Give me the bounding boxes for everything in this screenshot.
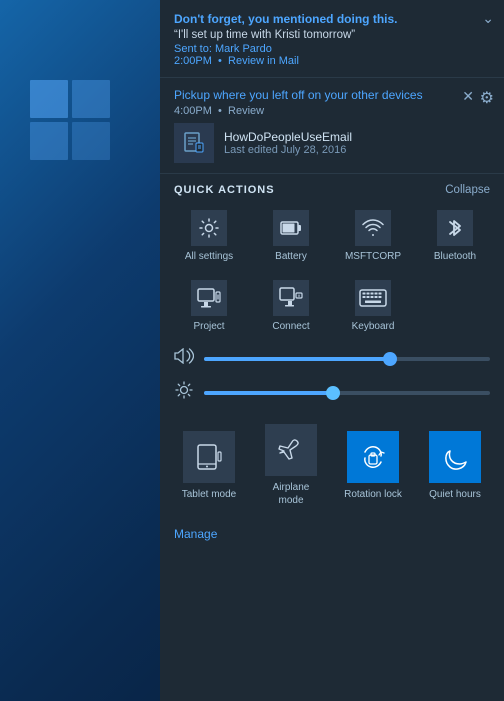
quick-btn-keyboard[interactable]: Keyboard [332,272,414,338]
document-svg [182,131,206,155]
gear-svg [198,217,220,239]
quiet-hours-label: Quiet hours [429,488,481,501]
keyboard-label: Keyboard [352,321,395,332]
logo-pane-tr [72,80,110,118]
bluetooth-icon [437,210,473,246]
volume-track[interactable] [204,357,490,361]
notification-1-body: “I'll set up time with Kristi tomorrow” [174,29,490,41]
airplane-svg [278,437,304,463]
battery-icon [273,210,309,246]
tile-btn-airplane-mode[interactable]: Airplanemode [250,416,332,513]
airplane-mode-label: Airplanemode [273,481,310,507]
moon-svg [442,444,468,470]
notification-1-meta: Sent to: Mark Pardo 2:00PM • Review in M… [174,43,490,67]
notification-2: Pickup where you left off on your other … [160,78,504,174]
notification-2-close[interactable]: ✕ [462,88,474,105]
volume-icon [174,348,194,369]
manage-link[interactable]: Manage [160,517,504,551]
rotation-lock-label: Rotation lock [344,488,402,501]
quick-actions-header: QUICK ACTIONS Collapse [160,174,504,202]
volume-slider-row [160,342,504,375]
connect-label: Connect [272,321,309,332]
quick-btn-bluetooth[interactable]: Bluetooth [414,202,496,268]
notification-1-time: 2:00PM [174,55,212,67]
project-svg [197,288,221,308]
msftcorp-icon [355,210,391,246]
keyboard-icon [355,280,391,316]
rotation-lock-icon [347,431,399,483]
brightness-fill [204,391,333,395]
quiet-hours-icon [429,431,481,483]
notification-2-gear[interactable]: ⚙ [480,88,494,108]
bluetooth-svg [447,216,463,240]
all-settings-label: All settings [185,251,233,262]
notification-1-title: Don't forget, you mentioned doing this. [174,12,490,26]
keyboard-svg [359,289,387,307]
quick-btn-project[interactable]: Project [168,272,250,338]
logo-pane-bl [30,122,68,160]
doc-info: HowDoPeopleUseEmail Last edited July 28,… [224,130,352,156]
notification-1-chevron[interactable]: ⌄ [482,10,494,27]
quick-btn-msftcorp[interactable]: MSFTCORP [332,202,414,268]
battery-svg [280,220,302,236]
quick-actions-label: QUICK ACTIONS [174,184,275,196]
quick-grid-row2: Project Connect [160,272,504,338]
brightness-icon [174,381,194,404]
bluetooth-label: Bluetooth [434,251,476,262]
quick-btn-battery[interactable]: Battery [250,202,332,268]
tile-btn-tablet-mode[interactable]: Tablet mode [168,416,250,513]
collapse-button[interactable]: Collapse [445,184,490,196]
project-icon [191,280,227,316]
project-label: Project [193,321,224,332]
doc-title: HowDoPeopleUseEmail [224,130,352,144]
tile-btn-rotation-lock[interactable]: Rotation lock [332,416,414,513]
quick-grid-row1: All settings Battery [160,202,504,268]
notification-1-sep: • [218,55,222,67]
bottom-tiles: Tablet mode Airplanemode Rot [160,410,504,513]
tablet-mode-icon [183,431,235,483]
all-settings-icon [191,210,227,246]
brightness-svg [175,381,193,399]
windows-logo [30,80,110,160]
doc-sub: Last edited July 28, 2016 [224,144,352,156]
battery-label: Battery [275,251,307,262]
notification-2-title: Pickup where you left off on your other … [174,88,490,102]
doc-card[interactable]: HowDoPeopleUseEmail Last edited July 28,… [174,123,490,163]
notification-1-review[interactable]: Review in Mail [228,55,299,67]
msftcorp-label: MSFTCORP [345,251,401,262]
brightness-track[interactable] [204,391,490,395]
doc-icon [174,123,214,163]
rotation-svg [360,444,386,470]
volume-thumb [383,352,397,366]
logo-pane-tl [30,80,68,118]
volume-svg [174,348,194,364]
tablet-svg [196,444,222,470]
volume-fill [204,357,390,361]
quick-btn-connect[interactable]: Connect [250,272,332,338]
notification-2-time: 4:00PM • Review [174,105,490,117]
airplane-mode-icon [265,424,317,476]
quick-btn-all-settings[interactable]: All settings [168,202,250,268]
connect-svg [279,287,303,309]
notification-1: Don't forget, you mentioned doing this. … [160,0,504,78]
tile-btn-quiet-hours[interactable]: Quiet hours [414,416,496,513]
wifi-svg [362,217,384,239]
action-center-panel: Don't forget, you mentioned doing this. … [160,0,504,701]
tablet-mode-label: Tablet mode [182,488,236,501]
notification-2-review[interactable]: Review [228,105,264,117]
connect-icon [273,280,309,316]
brightness-slider-row [160,375,504,410]
notification-1-sent: Sent to: Mark Pardo [174,43,272,55]
brightness-thumb [326,386,340,400]
logo-pane-br [72,122,110,160]
